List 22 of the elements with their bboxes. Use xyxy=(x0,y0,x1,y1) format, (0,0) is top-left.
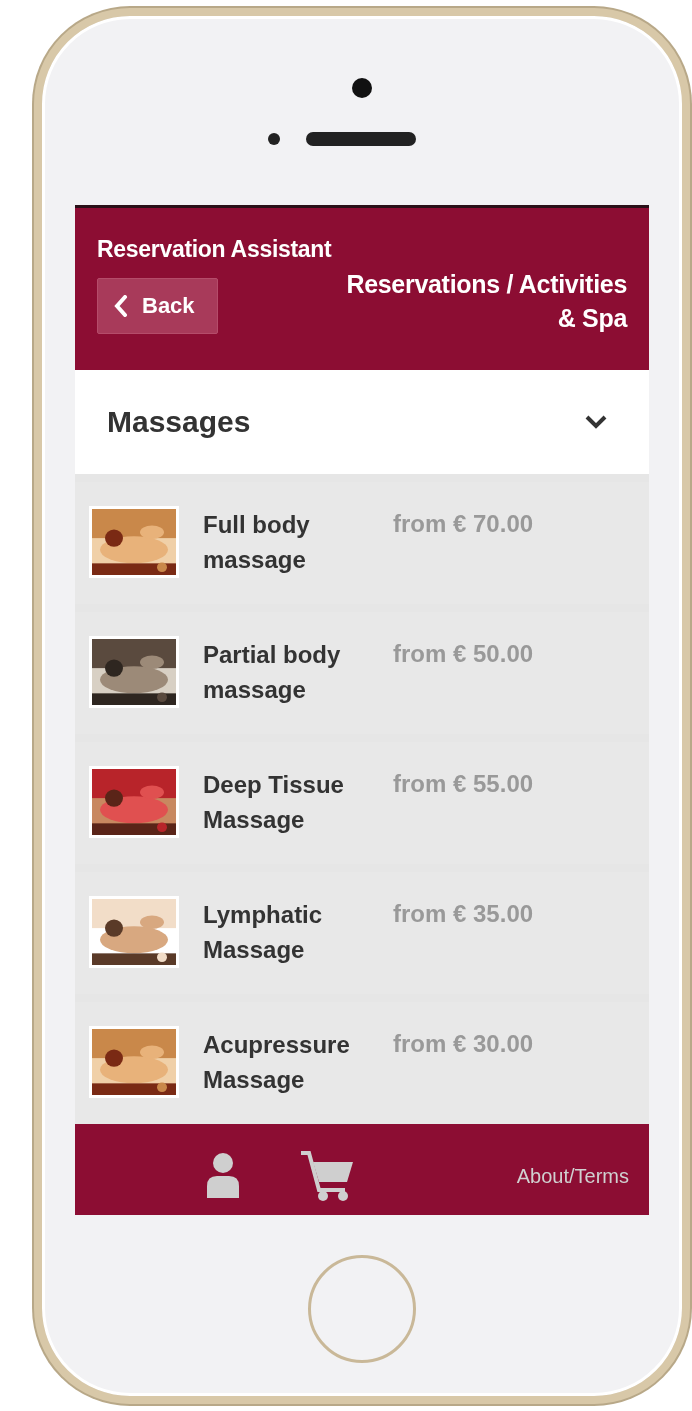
service-name: Full body massage xyxy=(203,510,311,575)
speaker-icon xyxy=(306,132,416,146)
page-title: Reservations / Activities & Spa xyxy=(345,268,627,334)
service-price: from € 50.00 xyxy=(393,640,534,668)
about-terms-link[interactable]: About/Terms xyxy=(516,1164,629,1188)
service-price: from € 55.00 xyxy=(393,770,534,798)
app-title: Reservation Assistant xyxy=(97,236,333,264)
sensor-icon xyxy=(268,133,280,145)
service-price: from € 30.00 xyxy=(393,1030,534,1058)
back-button[interactable]: Back xyxy=(97,277,218,334)
chevron-left-icon xyxy=(114,294,128,317)
category-dropdown[interactable]: Massages xyxy=(75,370,649,474)
service-price: from € 70.00 xyxy=(393,510,534,538)
cart-icon[interactable] xyxy=(299,1150,355,1202)
service-name: Acupressure Massage xyxy=(203,1030,351,1095)
service-name: Deep Tissue Massage xyxy=(203,770,345,835)
person-icon[interactable] xyxy=(205,1152,241,1200)
chevron-down-icon xyxy=(585,415,607,429)
service-name: Partial body massage xyxy=(203,640,342,705)
service-price: from € 35.00 xyxy=(393,900,534,928)
camera-icon xyxy=(352,78,372,98)
service-name: Lymphatic Massage xyxy=(203,900,324,965)
